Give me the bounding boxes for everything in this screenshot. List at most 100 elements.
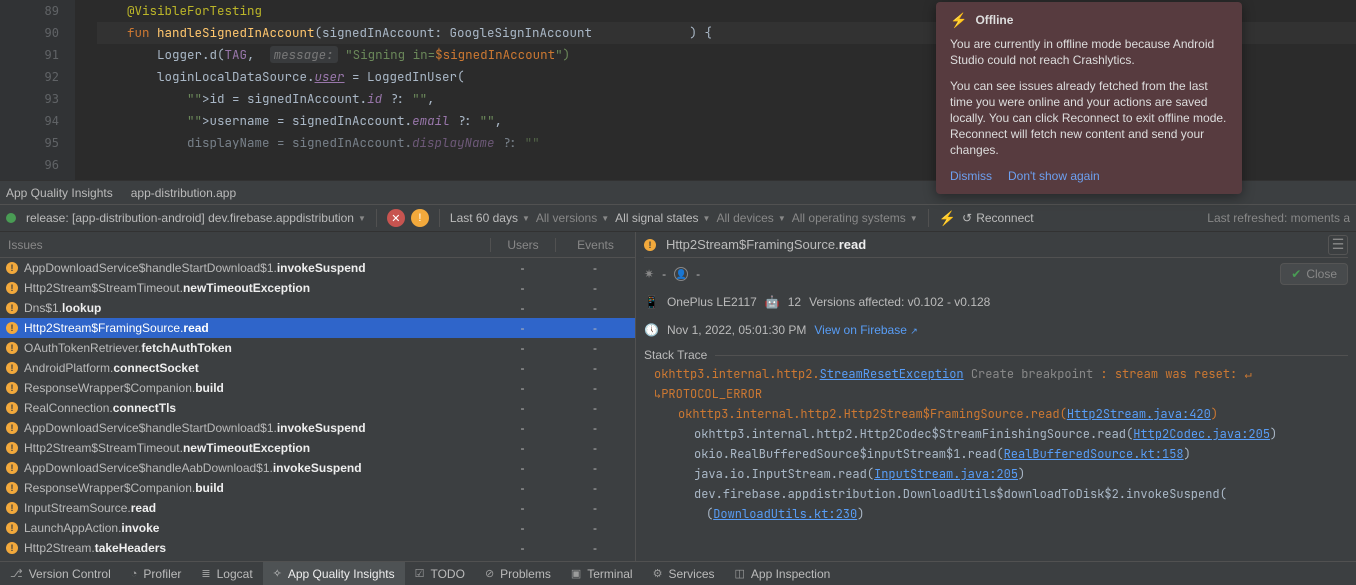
devices-dropdown[interactable]: All devices ▼ [716,211,785,225]
st-source-link[interactable]: InputStream.java:205 [874,466,1018,482]
api-level: 12 [788,295,801,309]
tool-tab-label: Terminal [587,567,632,581]
issue-row[interactable]: !OAuthTokenRetriever.fetchAuthToken-- [0,338,635,358]
tool-tab-profiler[interactable]: ◔ Profiler [121,562,192,585]
st-source-link[interactable]: DownloadUtils.kt:230 [713,506,857,522]
issue-events: - [555,441,635,455]
issue-method: read [839,237,866,252]
issue-users: - [490,441,555,455]
os-label: All operating systems [792,211,906,225]
popup-title: Offline [975,12,1013,28]
issue-row[interactable]: !Dns$1.lookup-- [0,298,635,318]
crash-count: - [662,267,666,281]
close-label: Close [1306,267,1337,281]
module-dropdown[interactable]: release: [app-distribution-android] dev.… [26,211,366,225]
tool-tab-app-inspection[interactable]: ◫App Inspection [725,562,841,585]
issue-row[interactable]: !Http2Stream$StreamTimeout.newTimeoutExc… [0,278,635,298]
stack-trace[interactable]: okhttp3.internal.http2.StreamResetExcept… [644,362,1348,526]
signals-dropdown[interactable]: All signal states ▼ [615,211,710,225]
tool-tab-problems[interactable]: ⊘Problems [475,562,561,585]
os-dropdown[interactable]: All operating systems ▼ [792,211,918,225]
issue-row[interactable]: !AndroidPlatform.connectSocket-- [0,358,635,378]
warning-icon: ! [6,302,18,314]
issue-events: - [555,401,635,415]
devices-label: All devices [716,211,773,225]
warning-icon: ! [6,262,18,274]
issue-events: - [555,381,635,395]
issue-row[interactable]: !AppDownloadService$handleStartDownload$… [0,418,635,438]
tool-tab-terminal[interactable]: ▣Terminal [561,562,643,585]
chevron-down-icon: ▼ [358,214,366,223]
issues-list[interactable]: !AppDownloadService$handleStartDownload$… [0,258,635,561]
issue-row[interactable]: !LaunchAppAction.invoke-- [0,518,635,538]
tool-tab-todo[interactable]: ☑TODO [405,562,475,585]
view-on-firebase-link[interactable]: View on Firebase ↗ [814,323,917,337]
tool-tab-label: App Inspection [751,567,830,581]
issue-events: - [555,301,635,315]
st-source-link[interactable]: Http2Codec.java:205 [1133,426,1270,442]
st-source-link[interactable]: Http2Stream.java:420 [1067,406,1211,422]
issue-events: - [555,521,635,535]
issue-row[interactable]: !ResponseWrapper$Companion.build-- [0,378,635,398]
st-frame: java.io.InputStream.read( [694,466,874,482]
versions-dropdown[interactable]: All versions ▼ [536,211,609,225]
offline-icon: ⚡ [950,12,967,28]
issue-row[interactable]: !Http2Stream.takeHeaders-- [0,538,635,558]
issue-users: - [490,321,555,335]
versions-label: All versions [536,211,597,225]
warning-icon: ! [6,422,18,434]
detail-panel-settings-button[interactable]: ☰ [1328,235,1348,255]
popup-message-2: You can see issues already fetched from … [950,78,1230,158]
filter-fatal-icon[interactable]: ✕ [387,209,405,227]
issue-row[interactable]: !InputStreamSource.read-- [0,498,635,518]
issue-events: - [555,421,635,435]
tool-tab-icon: ⚙ [653,567,663,580]
issue-row[interactable]: !RealConnection.connectTls-- [0,398,635,418]
issue-users: - [490,461,555,475]
issue-users: - [490,501,555,515]
tool-tab-version-control[interactable]: ⎇Version Control [0,562,121,585]
warning-icon: ! [6,482,18,494]
period-label: Last 60 days [450,211,518,225]
issue-events: - [555,501,635,515]
reconnect-button[interactable]: ↻ Reconnect [962,211,1033,225]
tool-tab-label: Problems [500,567,551,581]
issue-events: - [555,541,635,555]
issue-name: ResponseWrapper$Companion.build [24,381,490,395]
st-source-link[interactable]: RealBufferedSource.kt:158 [1004,446,1184,462]
filter-nonfatal-icon[interactable]: ! [411,209,429,227]
issue-name: Http2Stream.takeHeaders [24,541,490,555]
editor-gutter: 899091929394959697 [0,0,75,180]
issue-row[interactable]: !AppDownloadService$handleStartDownload$… [0,258,635,278]
st-error-code: PROTOCOL_ERROR [661,386,762,402]
issue-name: LaunchAppAction.invoke [24,521,490,535]
tool-tab-label: Profiler [143,567,181,581]
tool-tab-icon: ◔ [131,568,138,580]
period-dropdown[interactable]: Last 60 days ▼ [450,211,530,225]
last-refreshed-label: Last refreshed: moments a [1207,211,1350,225]
tool-tab-services[interactable]: ⚙Services [643,562,725,585]
dismiss-button[interactable]: Dismiss [950,168,992,184]
warning-icon: ! [6,282,18,294]
warning-icon: ! [6,462,18,474]
events-col-header: Events [555,238,635,252]
st-exception-link[interactable]: StreamResetException [820,366,964,382]
tool-tab-logcat[interactable]: ≣Logcat [191,562,262,585]
tool-tab-app-quality-insights[interactable]: ✧App Quality Insights [263,562,405,585]
module-status-icon [6,213,16,223]
issue-row[interactable]: !AppDownloadService$handleAabDownload$1.… [0,458,635,478]
issue-row[interactable]: !Http2Stream$FramingSource.read-- [0,318,635,338]
create-breakpoint-hint[interactable]: Create breakpoint [971,366,1093,382]
chevron-down-icon: ▼ [910,214,918,223]
issue-name: OAuthTokenRetriever.fetchAuthToken [24,341,490,355]
close-button[interactable]: ✔ Close [1280,263,1348,285]
chevron-down-icon: ▼ [601,214,609,223]
issue-users: - [490,361,555,375]
issue-row[interactable]: !ResponseWrapper$Companion.build-- [0,478,635,498]
check-icon: ✔ [1291,267,1301,281]
issue-row[interactable]: !Http2Stream$StreamTimeout.newTimeoutExc… [0,438,635,458]
st-frame: dev.firebase.appdistribution.DownloadUti… [694,486,1227,502]
issue-users: - [490,421,555,435]
dont-show-again-button[interactable]: Don't show again [1008,168,1100,184]
issue-events: - [555,261,635,275]
